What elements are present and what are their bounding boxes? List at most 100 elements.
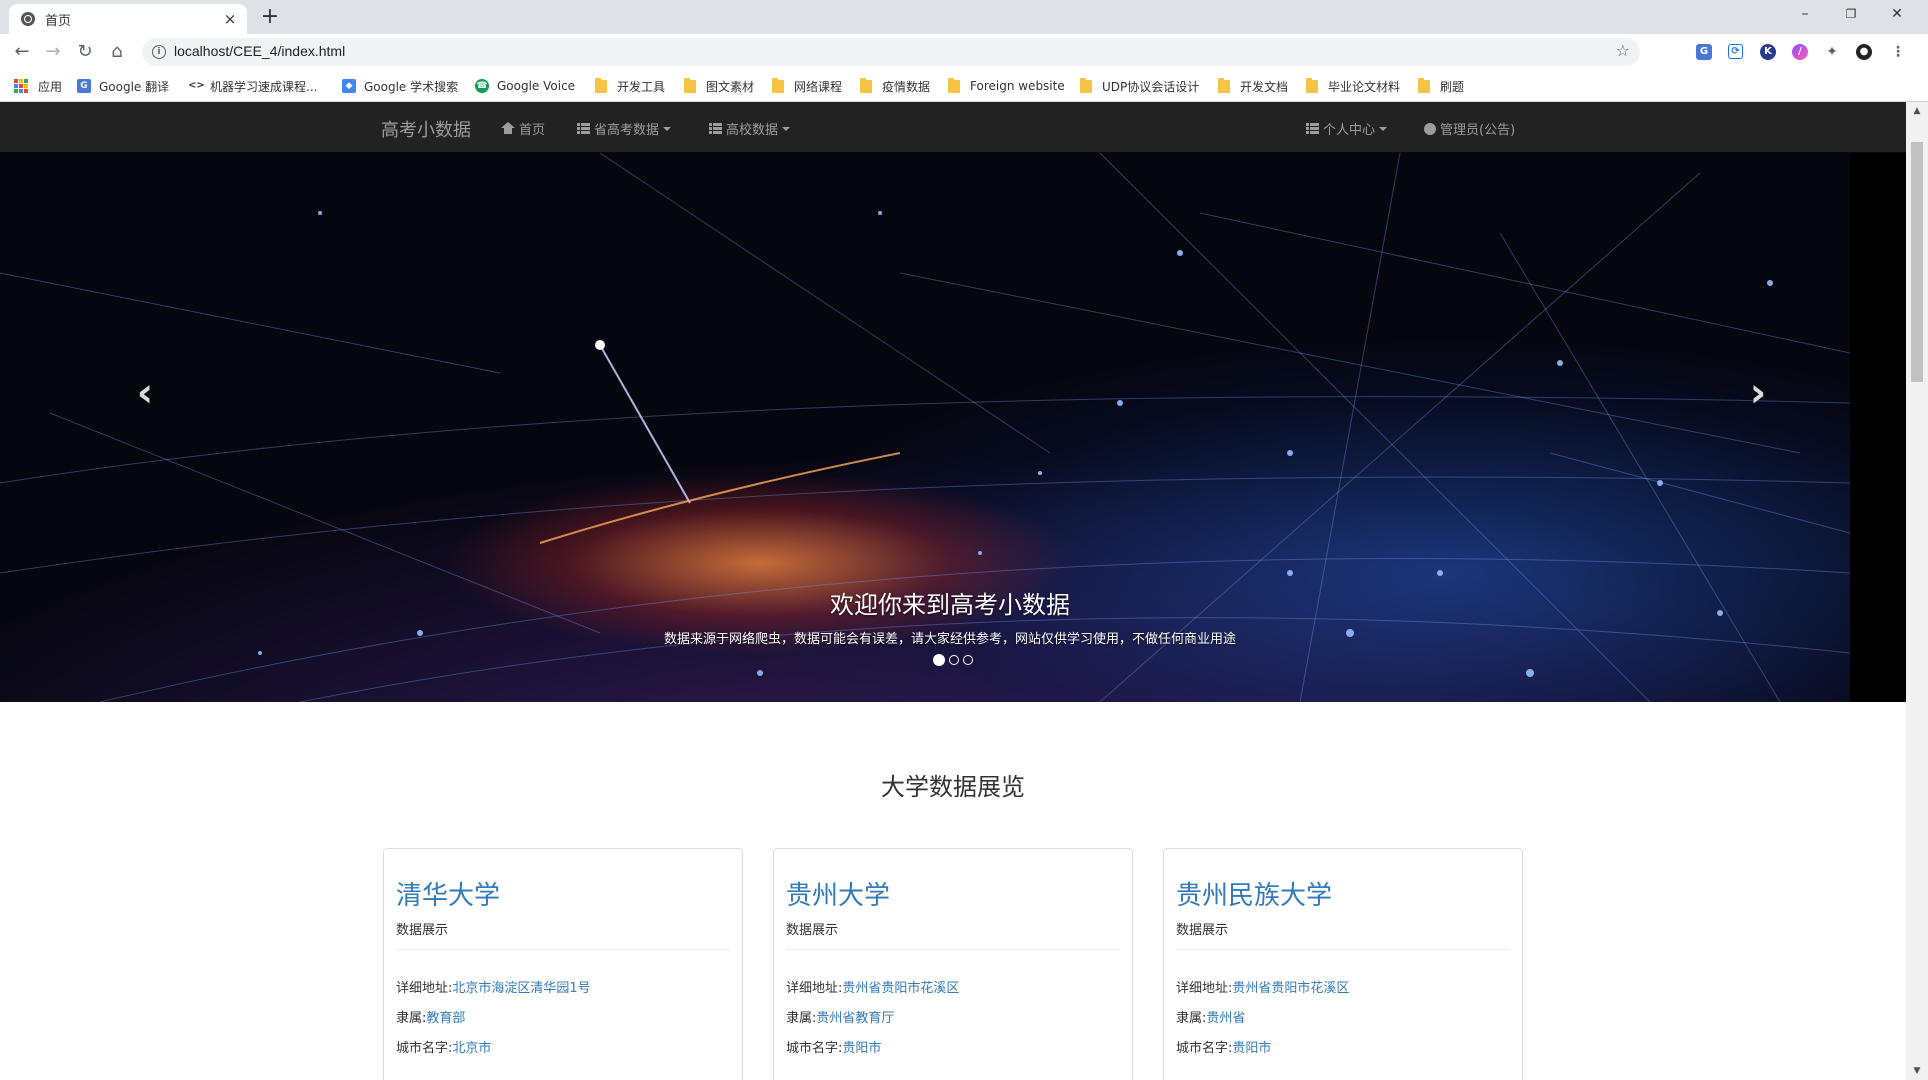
globe-icon [1424,122,1436,135]
bookmark-label: 刷题 [1440,79,1465,94]
bookmark-folder[interactable]: UDP协议会话设计 [1080,76,1199,96]
bookmark-label: 机器学习速成课程... [210,79,318,94]
city-link[interactable]: 贵阳市 [842,1041,881,1056]
nav-admin-label: 管理员(公告) [1440,123,1516,138]
pen-extension-icon[interactable]: / [1792,44,1808,60]
page-viewport: 高考小数据 首页 省高考数据 高校数据 个人中心 管理员(公告) ‹ › 欢迎你… [0,102,1906,1080]
crop-extension-icon[interactable]: ⟳ [1728,44,1743,59]
site-brand[interactable]: 高考小数据 [381,116,471,142]
university-name-link[interactable]: 贵州大学 [786,875,890,912]
page-scrollbar[interactable]: ▲ ▼ [1906,102,1928,1080]
bookmark-folder[interactable]: 网络课程 [772,76,842,96]
home-icon[interactable]: ⌂ [105,41,129,63]
address-link[interactable]: 贵州省贵阳市花溪区 [1232,981,1349,996]
folder-icon [1218,77,1230,93]
folder-icon [1418,77,1430,93]
carousel-indicator[interactable] [932,654,945,666]
university-name-link[interactable]: 贵州民族大学 [1176,875,1332,912]
bookmark-label: UDP协议会话设计 [1102,79,1200,94]
menu-kebab-icon[interactable]: ⋮ [1890,44,1906,60]
bookmark-google-translate[interactable]: G Google 翻译 [77,76,169,96]
carousel-indicator[interactable] [948,655,959,665]
scroll-down-arrow-icon[interactable]: ▼ [1906,1062,1928,1080]
address-label: 详细地址: [396,981,453,996]
nav-colleges-dropdown[interactable]: 高校数据 [709,119,791,138]
code-icon: <> [188,79,205,93]
university-name-link[interactable]: 清华大学 [396,875,500,912]
folder-icon [860,77,872,93]
affiliation-link[interactable]: 教育部 [426,1011,465,1026]
bookmark-star-icon[interactable]: ☆ [1616,41,1630,60]
university-card: 贵州大学 数据展示 详细地址:贵州省贵阳市花溪区 隶属:贵州省教育厅 城市名字:… [773,848,1133,1080]
back-arrow-icon[interactable]: ← [10,41,34,63]
bookmark-label: Google Voice [497,79,576,93]
affiliation-link[interactable]: 贵州省 [1206,1011,1245,1026]
list-icon [1306,123,1319,134]
bookmark-google-voice[interactable]: ☎ Google Voice [475,76,575,96]
bookmark-folder[interactable]: 图文素材 [684,76,754,96]
carousel-indicators [0,654,1905,666]
profile-avatar-icon[interactable]: ● [1856,44,1872,60]
affiliation-link[interactable]: 贵州省教育厅 [816,1011,894,1026]
affiliation-label: 隶属: [396,1011,427,1026]
extensions-puzzle-icon[interactable]: ✦ [1824,44,1840,60]
list-icon [709,123,722,134]
address-label: 详细地址: [1176,981,1233,996]
city-link[interactable]: 北京市 [452,1041,491,1056]
bookmark-folder[interactable]: 刷题 [1418,76,1464,96]
close-window-button[interactable]: ✕ [1874,0,1920,30]
bookmark-apps[interactable]: 应用 [14,76,62,96]
bookmark-label: Google 学术搜索 [364,79,459,94]
bookmark-folder[interactable]: 开发工具 [595,76,665,96]
k-extension-icon[interactable]: K [1760,44,1776,60]
card-divider [786,949,1120,950]
reload-icon[interactable]: ↻ [73,41,97,63]
card-divider [396,949,730,950]
nav-provincial-data-dropdown[interactable]: 省高考数据 [577,119,672,138]
city-link[interactable]: 贵阳市 [1232,1041,1271,1056]
city-row: 城市名字:贵阳市 [786,1037,881,1056]
bookmark-ml-course[interactable]: <> 机器学习速成课程... [188,76,317,96]
scrollbar-thumb[interactable] [1911,142,1923,382]
bookmark-label: Foreign website [970,79,1065,93]
bookmark-folder[interactable]: 毕业论文材料 [1306,76,1400,96]
bookmark-folder[interactable]: Foreign website [948,76,1065,96]
info-icon[interactable]: i [152,45,166,59]
bookmark-label: 疫情数据 [882,79,931,94]
nav-home[interactable]: 首页 [501,119,545,138]
bookmark-google-scholar[interactable]: ◆ Google 学术搜索 [342,76,458,96]
translate-extension-icon[interactable]: G [1696,44,1712,60]
restore-button[interactable]: ❐ [1828,0,1874,30]
nav-personal-center-dropdown[interactable]: 个人中心 [1306,119,1388,138]
card-subtitle: 数据展示 [786,923,839,938]
browser-tab[interactable]: 首页 × [9,4,247,34]
card-subtitle: 数据展示 [1176,923,1229,938]
voice-icon: ☎ [475,79,489,93]
bookmarks-bar: 应用 G Google 翻译 <> 机器学习速成课程... ◆ Google 学… [0,70,1928,102]
scroll-up-arrow-icon[interactable]: ▲ [1906,102,1928,120]
carousel-indicator[interactable] [962,655,973,665]
close-tab-icon[interactable]: × [221,10,239,28]
url-text: localhost/CEE_4/index.html [174,43,346,59]
university-card: 贵州民族大学 数据展示 详细地址:贵州省贵阳市花溪区 隶属:贵州省 城市名字:贵… [1163,848,1523,1080]
carousel-prev-arrow-icon[interactable]: ‹ [125,363,165,423]
folder-icon [1306,77,1318,93]
carousel-heading: 欢迎你来到高考小数据 [830,591,1070,619]
new-tab-button[interactable]: + [258,6,282,30]
address-bar[interactable]: i localhost/CEE_4/index.html ☆ [142,38,1640,66]
bookmark-label: 图文素材 [706,79,755,94]
address-link[interactable]: 贵州省贵阳市花溪区 [842,981,959,996]
nav-admin-announcement[interactable]: 管理员(公告) [1424,119,1515,138]
affiliation-row: 隶属:贵州省教育厅 [786,1007,894,1026]
affiliation-label: 隶属: [786,1011,817,1026]
minimize-button[interactable]: – [1782,0,1828,30]
bookmark-folder[interactable]: 开发文档 [1218,76,1288,96]
address-link[interactable]: 北京市海淀区清华园1号 [452,981,590,996]
forward-arrow-icon[interactable]: → [41,41,65,63]
bookmark-folder[interactable]: 疫情数据 [860,76,930,96]
affiliation-row: 隶属:教育部 [396,1007,465,1026]
address-row: 详细地址:贵州省贵阳市花溪区 [1176,977,1349,996]
university-card: 清华大学 数据展示 详细地址:北京市海淀区清华园1号 隶属:教育部 城市名字:北… [383,848,743,1080]
nav-personal-label: 个人中心 [1323,123,1376,138]
carousel-next-arrow-icon[interactable]: › [1738,363,1778,423]
